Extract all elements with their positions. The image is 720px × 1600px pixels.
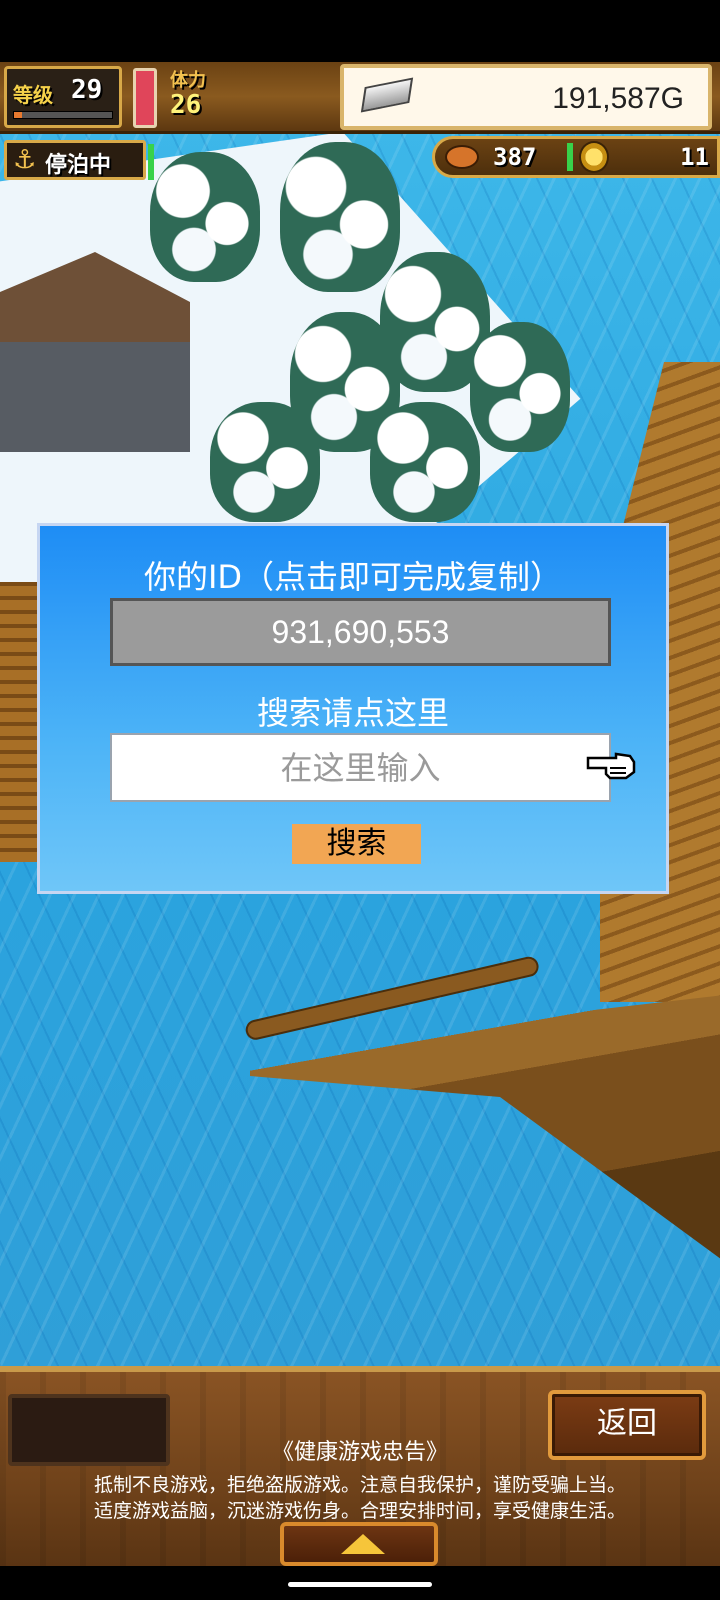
bottom-panel: 返回 《健康游戏忠告》 抵制不良游戏，拒绝盗版游戏。注意自我保护，谨防受骗上当。… [0, 1366, 720, 1566]
user-id-copy-box[interactable]: 931,690,553 [110, 598, 611, 666]
food-value: 387 [493, 143, 537, 171]
level-progress-bar [13, 111, 113, 119]
snow-tree [210, 402, 320, 522]
friend-id-dialog: 你的ID（点击即可完成复制） 931,690,553 搜索请点这里 搜索 [37, 523, 669, 894]
stamina-value: 26 [170, 90, 202, 120]
food-indicator [567, 143, 573, 171]
meat-icon [445, 145, 479, 169]
medal-icon [579, 141, 609, 173]
top-hud: 等级 29 体力 26 191,587G [0, 62, 720, 134]
gold-panel[interactable]: 191,587G [340, 64, 712, 130]
pointing-hand-icon [586, 752, 636, 780]
status-indicator [148, 144, 154, 180]
level-value: 29 [71, 75, 103, 105]
stamina-label: 体力 [170, 70, 206, 91]
snow-tree [370, 402, 480, 522]
silver-ingot-icon [360, 77, 414, 113]
id-search-input[interactable] [110, 733, 611, 802]
gold-value: 191,587G [552, 82, 684, 115]
up-arrow-icon [341, 1534, 385, 1554]
stamina-bar [133, 68, 157, 128]
snow-tree [470, 322, 570, 452]
moored-status-text: 停泊中 [45, 153, 112, 178]
navigation-bar [0, 1566, 720, 1600]
dialog-title: 你的ID（点击即可完成复制） [143, 558, 563, 596]
status-bar [0, 0, 720, 62]
snow-tree [150, 152, 260, 282]
level-label: 等级 [13, 83, 53, 107]
level-progress-fill [14, 112, 22, 118]
search-label[interactable]: 搜索请点这里 [40, 688, 666, 734]
moored-status-tag[interactable]: ⚓ 停泊中 [4, 140, 146, 180]
health-notice-line: 抵制不良游戏，拒绝盗版游戏。注意自我保护，谨防受骗上当。 [93, 1474, 626, 1496]
snow-tree [280, 142, 400, 292]
anchor-icon: ⚓ [13, 145, 37, 175]
home-gesture-handle[interactable] [288, 1582, 432, 1587]
search-button[interactable]: 搜索 [292, 824, 421, 864]
expand-menu-button[interactable] [280, 1522, 438, 1566]
health-notice-line: 适度游戏益脑，沉迷游戏伤身。合理安排时间，享受健康生活。 [93, 1500, 626, 1522]
medal-value: 11 [680, 143, 709, 171]
level-panel[interactable]: 等级 29 [4, 66, 122, 128]
resource-bar[interactable]: 387 11 [432, 136, 720, 178]
stamina-fill [136, 71, 154, 125]
health-notice-title: 《健康游戏忠告》 [271, 1440, 448, 1465]
